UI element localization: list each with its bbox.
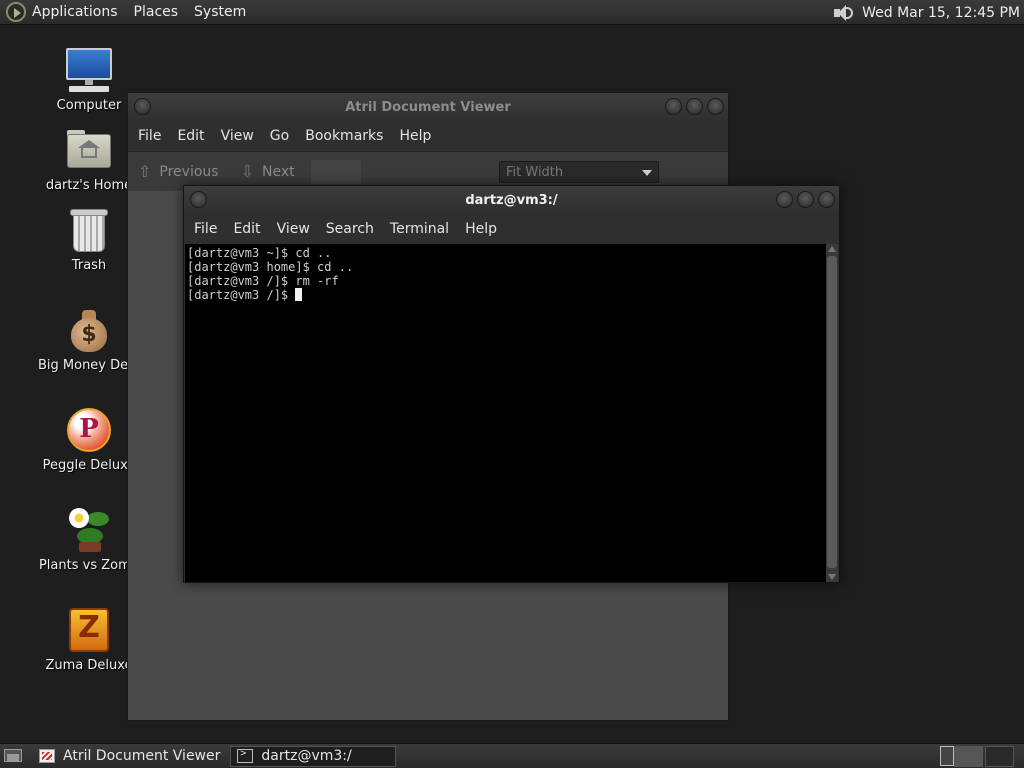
workspace-1[interactable] (954, 746, 983, 767)
bottom-panel: Atril Document Viewer dartz@vm3:/ (0, 743, 1024, 768)
atril-menu-view[interactable]: View (213, 128, 262, 144)
zoom-select[interactable]: Fit Width (499, 161, 659, 183)
top-panel-tray: Wed Mar 15, 12:45 PM (832, 0, 1020, 25)
terminal-output[interactable]: [dartz@vm3 ~]$ cd .. [dartz@vm3 home]$ c… (185, 244, 827, 582)
zuma-icon: Z (65, 606, 113, 654)
workspace-2[interactable] (985, 746, 1014, 767)
terminal-menubar: File Edit View Search Terminal Help (184, 214, 839, 244)
scrollbar-thumb[interactable] (827, 256, 837, 568)
maximize-button[interactable] (686, 98, 703, 115)
window-menu-button[interactable] (134, 98, 151, 115)
places-menu[interactable]: Places (126, 0, 187, 24)
scroll-down-icon[interactable] (828, 574, 836, 580)
terminal-menu-terminal[interactable]: Terminal (382, 221, 457, 237)
top-panel: Applications Places System Wed Mar 15, 1… (0, 0, 1024, 25)
next-label: Next (261, 163, 295, 180)
terminal-titlebar[interactable]: dartz@vm3:/ (184, 186, 839, 214)
home-folder-icon (65, 126, 113, 174)
terminal-menu-file[interactable]: File (186, 221, 225, 237)
atril-menu-help[interactable]: Help (391, 128, 439, 144)
minimize-button[interactable] (776, 191, 793, 208)
atril-menubar: File Edit View Go Bookmarks Help (128, 121, 728, 151)
atril-menu-edit[interactable]: Edit (169, 128, 212, 144)
previous-label: Previous (159, 163, 219, 180)
window-controls (665, 98, 724, 115)
scroll-up-icon[interactable] (828, 246, 836, 252)
atril-window-title: Atril Document Viewer (345, 99, 511, 115)
taskbar-item-label: Atril Document Viewer (63, 748, 221, 764)
terminal-menu-search[interactable]: Search (318, 221, 382, 237)
atril-titlebar[interactable]: Atril Document Viewer (128, 93, 728, 121)
system-menu[interactable]: System (186, 0, 254, 24)
trash-applet-icon[interactable] (940, 746, 954, 766)
taskbar-item-terminal[interactable]: dartz@vm3:/ (230, 745, 397, 767)
terminal-scrollbar[interactable] (826, 244, 838, 582)
arrow-up-icon: ⇧ (138, 162, 152, 181)
show-desktop-icon[interactable] (3, 746, 25, 766)
terminal-menu-view[interactable]: View (269, 221, 318, 237)
chevron-down-icon (642, 170, 652, 176)
money-bag-icon: $ (65, 306, 113, 354)
terminal-line: [dartz@vm3 home]$ cd .. (187, 260, 354, 274)
taskbar-item-atril[interactable]: Atril Document Viewer (33, 746, 226, 767)
taskbar-item-label: dartz@vm3:/ (261, 748, 352, 764)
next-page-button[interactable]: ⇩ Next (241, 162, 295, 181)
clock[interactable]: Wed Mar 15, 12:45 PM (862, 5, 1020, 21)
close-button[interactable] (818, 191, 835, 208)
terminal-menu-help[interactable]: Help (457, 221, 505, 237)
terminal-window-title: dartz@vm3:/ (465, 192, 558, 208)
terminal-line: [dartz@vm3 ~]$ cd .. (187, 246, 332, 260)
terminal-line: [dartz@vm3 /]$ rm -rf (187, 274, 339, 288)
trash-icon (65, 206, 113, 254)
peggle-icon: P (65, 406, 113, 454)
window-controls (776, 191, 835, 208)
atril-icon (39, 749, 55, 763)
terminal-icon (237, 748, 254, 763)
terminal-menu-edit[interactable]: Edit (225, 221, 268, 237)
volume-icon[interactable] (832, 4, 854, 22)
text-cursor (295, 288, 303, 301)
atril-menu-file[interactable]: File (130, 128, 169, 144)
applications-menu[interactable]: Applications (0, 0, 126, 24)
apps-logo-icon (6, 2, 26, 22)
zoom-select-value: Fit Width (506, 164, 564, 180)
terminal-prompt-line: [dartz@vm3 /]$ (187, 288, 825, 302)
plants-icon (65, 506, 113, 554)
terminal-prompt: [dartz@vm3 /]$ (187, 288, 296, 302)
computer-icon (65, 46, 113, 94)
previous-page-button[interactable]: ⇧ Previous (138, 162, 219, 181)
maximize-button[interactable] (797, 191, 814, 208)
page-number-field[interactable] (310, 159, 361, 184)
terminal-window: dartz@vm3:/ File Edit View Search Termin… (183, 185, 840, 583)
close-button[interactable] (707, 98, 724, 115)
main-menu: Applications Places System (0, 0, 254, 24)
arrow-down-icon: ⇩ (240, 162, 254, 181)
workspace-switcher[interactable] (954, 746, 1014, 767)
minimize-button[interactable] (665, 98, 682, 115)
applications-menu-label: Applications (32, 4, 118, 20)
atril-menu-go[interactable]: Go (262, 128, 297, 144)
window-menu-button[interactable] (190, 191, 207, 208)
atril-menu-bookmarks[interactable]: Bookmarks (297, 128, 391, 144)
